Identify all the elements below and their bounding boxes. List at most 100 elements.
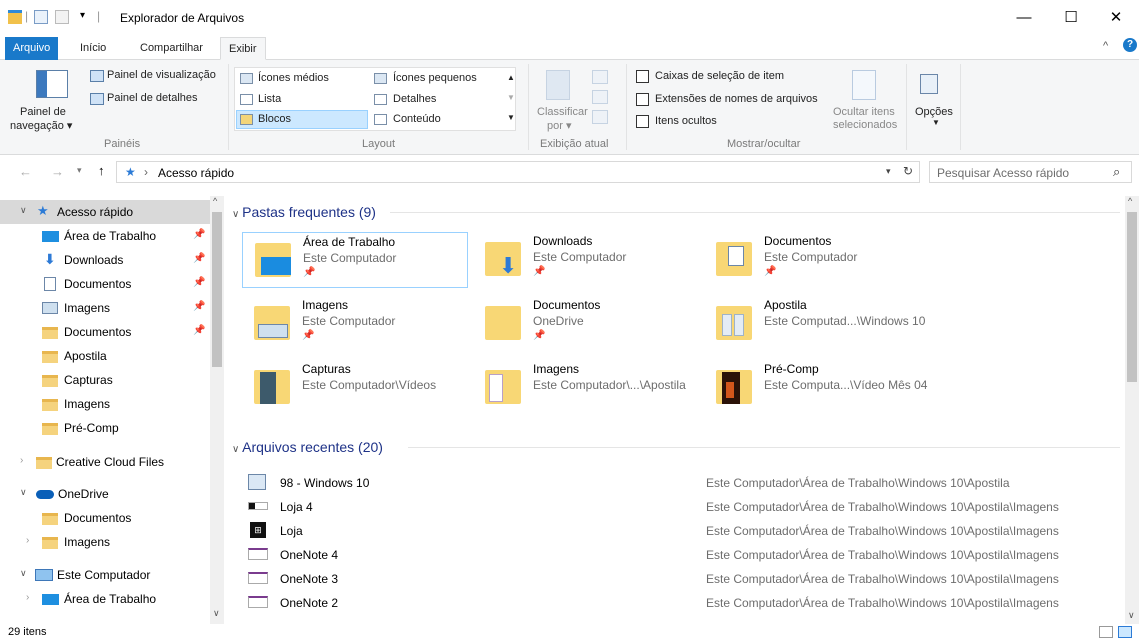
- minimize-button[interactable]: —: [1001, 0, 1047, 34]
- pin-icon[interactable]: 📌: [193, 253, 205, 264]
- nav-item-imagens[interactable]: Imagens 📌: [0, 296, 212, 320]
- scroll-up-icon[interactable]: ^: [213, 196, 217, 206]
- layout-conteudo[interactable]: Conteúdo: [393, 113, 441, 125]
- pin-icon[interactable]: 📌: [193, 325, 205, 336]
- nav-item-onedrive-imagens[interactable]: › Imagens: [0, 530, 212, 554]
- nav-item-imagens-apostila[interactable]: Imagens: [0, 392, 212, 416]
- tile-imagens-apostila[interactable]: Imagens Este Computador\...\Apostila: [473, 360, 699, 416]
- tile-pre-comp[interactable]: Pré-Comp Este Computa...\Vídeo Mês 04: [704, 360, 930, 416]
- nav-scrollbar[interactable]: ^ ∨: [210, 196, 224, 624]
- add-columns-icon[interactable]: [592, 90, 608, 104]
- scroll-down-icon[interactable]: ∨: [213, 608, 220, 619]
- gallery-more-icon[interactable]: ▼: [507, 113, 515, 122]
- layout-lista[interactable]: Lista: [258, 93, 281, 105]
- chevron-down-icon[interactable]: ∨: [20, 487, 27, 498]
- size-columns-icon[interactable]: [592, 110, 608, 124]
- chevron-down-icon[interactable]: ∨: [20, 568, 27, 579]
- nav-item-este-computador[interactable]: ∨ Este Computador: [0, 563, 212, 587]
- options-button[interactable]: Opções: [915, 106, 953, 118]
- file-extensions-checkbox[interactable]: [636, 93, 649, 106]
- hidden-items-checkbox[interactable]: [636, 115, 649, 128]
- address-field[interactable]: ★ › Acesso rápido ▾ ↻: [116, 161, 920, 183]
- refresh-icon[interactable]: ↻: [903, 164, 913, 178]
- recent-file-row[interactable]: Loja 4 Este Computador\Área de Trabalho\…: [246, 496, 1126, 520]
- tile-capturas[interactable]: Capturas Este Computador\Vídeos: [242, 360, 468, 416]
- recent-file-row[interactable]: OneNote 2 Este Computador\Área de Trabal…: [246, 592, 1126, 616]
- nav-scroll-thumb[interactable]: [212, 212, 222, 367]
- pin-icon[interactable]: 📌: [193, 301, 205, 312]
- nav-item-acesso-rapido[interactable]: ∨ ★ Acesso rápido: [0, 200, 212, 224]
- tab-arquivo[interactable]: Arquivo: [5, 37, 59, 60]
- folder-icon: [42, 423, 58, 435]
- nav-item-onedrive[interactable]: ∨ OneDrive: [0, 482, 212, 506]
- large-icons-view-icon[interactable]: [1118, 626, 1132, 638]
- gallery-up-icon[interactable]: ▲: [507, 73, 515, 82]
- tab-inicio[interactable]: Início: [72, 37, 114, 60]
- nav-item-documentos[interactable]: Documentos 📌: [0, 272, 212, 296]
- recent-locations-icon[interactable]: ▾: [77, 165, 82, 176]
- scroll-up-icon[interactable]: ^: [1128, 196, 1132, 206]
- up-arrow-icon[interactable]: ↑: [98, 163, 105, 178]
- folder-app-icon: [8, 10, 22, 24]
- scroll-down-icon[interactable]: ∨: [1128, 610, 1135, 621]
- content-scroll-thumb[interactable]: [1127, 212, 1137, 382]
- nav-item-pc-area-de-trabalho[interactable]: › Área de Trabalho: [0, 587, 212, 611]
- tile-area-de-trabalho[interactable]: Área de Trabalho Este Computador 📌: [242, 232, 468, 288]
- tile-documentos[interactable]: Documentos Este Computador 📌: [704, 232, 930, 288]
- customize-quick-access-icon[interactable]: ▾: [80, 10, 85, 21]
- new-folder-icon[interactable]: [55, 10, 69, 24]
- nav-item-apostila[interactable]: Apostila: [0, 344, 212, 368]
- nav-item-documentos-onedrive[interactable]: Documentos 📌: [0, 320, 212, 344]
- layout-blocos[interactable]: Blocos: [258, 113, 291, 125]
- breadcrumb[interactable]: Acesso rápido: [158, 166, 234, 180]
- chevron-down-icon[interactable]: ∨: [20, 205, 27, 216]
- layout-detalhes[interactable]: Detalhes: [393, 93, 436, 105]
- details-view-icon[interactable]: [1099, 626, 1113, 638]
- hide-selected-button[interactable]: Ocultar itens: [833, 106, 895, 118]
- layout-blocos-selected[interactable]: [236, 110, 368, 129]
- breadcrumb-chevron-icon[interactable]: ›: [144, 165, 148, 179]
- pin-icon[interactable]: 📌: [193, 229, 205, 240]
- preview-pane-button[interactable]: Painel de visualização: [107, 69, 216, 81]
- options-dropdown-icon[interactable]: ▼: [932, 118, 940, 127]
- help-icon[interactable]: ?: [1123, 38, 1137, 52]
- recent-files-header[interactable]: ∨ Arquivos recentes (20): [232, 439, 383, 455]
- group-by-icon[interactable]: [592, 70, 608, 84]
- close-button[interactable]: ✕: [1093, 0, 1139, 34]
- tile-apostila[interactable]: Apostila Este Computad...\Windows 10: [704, 296, 930, 352]
- layout-icones-medios[interactable]: Ícones médios: [258, 72, 329, 84]
- content-scrollbar[interactable]: ^ ∨: [1125, 196, 1139, 624]
- pin-icon[interactable]: 📌: [193, 277, 205, 288]
- nav-item-pre-comp[interactable]: Pré-Comp: [0, 416, 212, 440]
- recent-file-row[interactable]: OneNote 4 Este Computador\Área de Trabal…: [246, 544, 1126, 568]
- address-dropdown-icon[interactable]: ▾: [886, 166, 891, 177]
- chevron-right-icon[interactable]: ›: [26, 592, 29, 603]
- item-checkboxes-checkbox[interactable]: [636, 70, 649, 83]
- properties-icon[interactable]: [34, 10, 48, 24]
- tile-downloads[interactable]: ⬇ Downloads Este Computador 📌: [473, 232, 699, 288]
- tab-compartilhar[interactable]: Compartilhar: [132, 37, 211, 60]
- tile-imagens[interactable]: Imagens Este Computador 📌: [242, 296, 468, 352]
- chevron-right-icon[interactable]: ›: [26, 535, 29, 546]
- nav-item-area-de-trabalho[interactable]: Área de Trabalho 📌: [0, 224, 212, 248]
- nav-item-onedrive-documentos[interactable]: Documentos: [0, 506, 212, 530]
- nav-item-creative-cloud[interactable]: › Creative Cloud Files: [0, 450, 212, 474]
- maximize-button[interactable]: ☐: [1048, 0, 1094, 34]
- back-arrow-icon[interactable]: ←: [19, 164, 32, 179]
- recent-file-row[interactable]: ⊞ Loja Este Computador\Área de Trabalho\…: [246, 520, 1126, 544]
- recent-file-row[interactable]: 98 - Windows 10 Este Computador\Área de …: [246, 472, 1126, 496]
- sort-by-button[interactable]: Classificar: [537, 106, 588, 118]
- nav-item-capturas[interactable]: Capturas: [0, 368, 212, 392]
- tile-documentos-onedrive[interactable]: Documentos OneDrive 📌: [473, 296, 699, 352]
- tab-exibir[interactable]: Exibir: [220, 37, 266, 60]
- search-input[interactable]: Pesquisar Acesso rápido ⌕: [929, 161, 1132, 183]
- recent-file-row[interactable]: OneNote 3 Este Computador\Área de Trabal…: [246, 568, 1126, 592]
- collapse-ribbon-icon[interactable]: ^: [1103, 40, 1108, 52]
- forward-arrow-icon[interactable]: →: [51, 164, 64, 179]
- chevron-right-icon[interactable]: ›: [20, 455, 23, 466]
- nav-item-downloads[interactable]: ⬇ Downloads 📌: [0, 248, 212, 272]
- layout-icones-pequenos[interactable]: Ícones pequenos: [393, 72, 477, 84]
- details-pane-button[interactable]: Painel de detalhes: [107, 92, 198, 104]
- frequent-folders-header[interactable]: ∨ Pastas frequentes (9): [232, 204, 376, 220]
- gallery-down-icon[interactable]: ▼: [507, 93, 515, 102]
